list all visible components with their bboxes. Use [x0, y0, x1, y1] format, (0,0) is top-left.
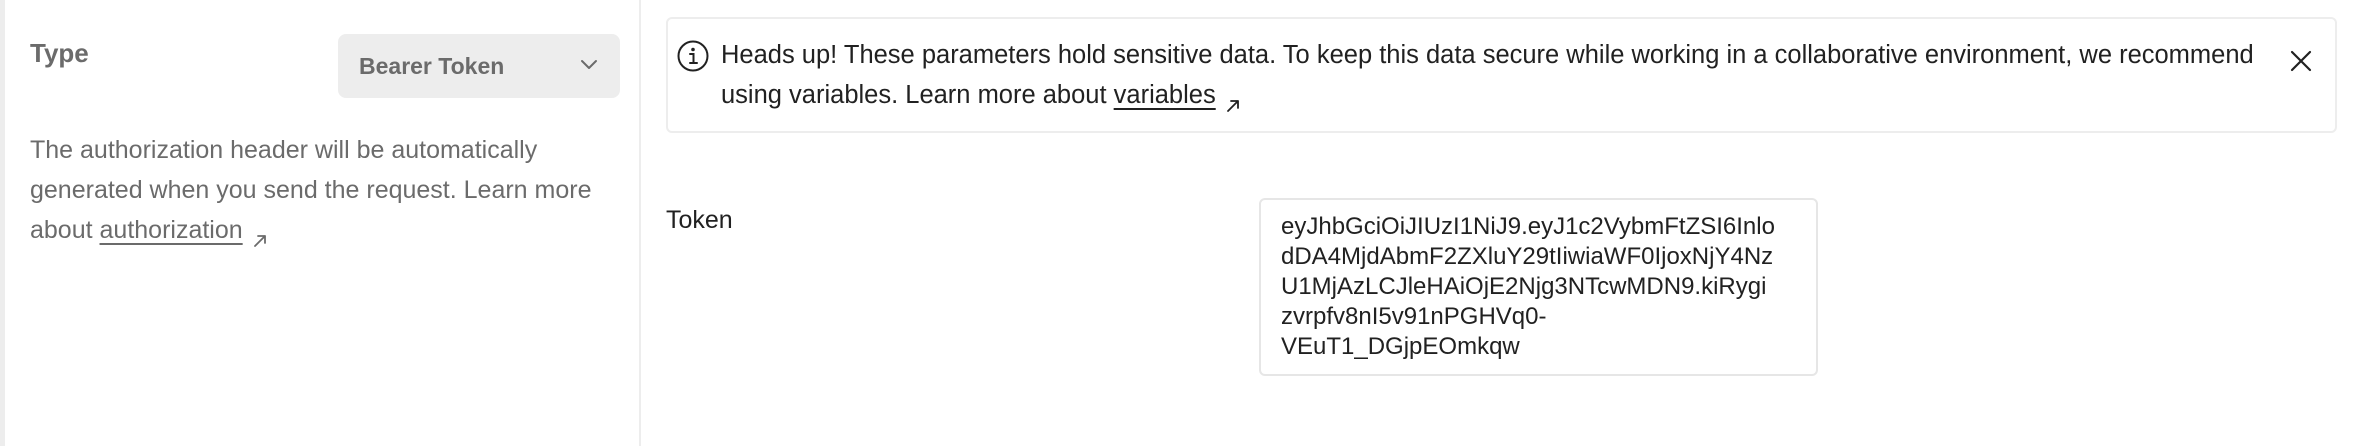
type-label: Type [30, 38, 89, 68]
authorization-link[interactable]: authorization [100, 216, 243, 244]
auth-help-text: The authorization header will be automat… [30, 130, 615, 250]
auth-type-value: Bearer Token [359, 52, 505, 79]
token-input[interactable]: eyJhbGciOiJIUzI1NiJ9.eyJ1c2VybmFtZSI6Inl… [1259, 198, 1818, 376]
info-icon [676, 39, 710, 73]
external-link-icon [1224, 87, 1242, 113]
chevron-down-icon [578, 53, 600, 80]
external-link-icon [251, 222, 269, 248]
token-label: Token [666, 206, 733, 234]
sensitive-data-alert: Heads up! These parameters hold sensitiv… [666, 17, 2337, 133]
variables-link[interactable]: variables [1114, 81, 1216, 109]
auth-settings-panel: Type Bearer Token The authorization head… [5, 0, 641, 446]
close-icon[interactable] [2287, 47, 2315, 75]
token-value: eyJhbGciOiJIUzI1NiJ9.eyJ1c2VybmFtZSI6Inl… [1281, 213, 1775, 360]
alert-text: Heads up! These parameters hold sensitiv… [721, 41, 2254, 109]
auth-type-dropdown[interactable]: Bearer Token [338, 34, 620, 98]
alert-message: Heads up! These parameters hold sensitiv… [721, 35, 2281, 115]
